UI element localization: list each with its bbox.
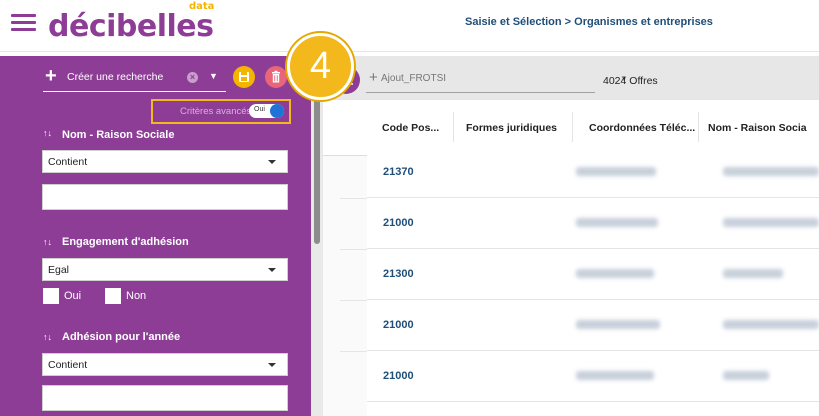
operator-select[interactable]: Contient (42, 150, 288, 173)
create-search-label: Créer une recherche (67, 71, 164, 83)
redacted-cell (576, 371, 654, 380)
sort-icon[interactable]: ↑↓ (43, 332, 52, 342)
column-divider[interactable] (453, 112, 454, 142)
advanced-criteria-toggle[interactable]: Oui (249, 104, 284, 118)
breadcrumb: Saisie et Sélection > Organismes et entr… (465, 16, 713, 28)
postal-code-cell: 21000 (383, 370, 414, 382)
column-header[interactable]: Coordonnées Téléc... (589, 122, 695, 134)
toggle-knob (270, 104, 284, 118)
redacted-cell (576, 320, 660, 329)
table-row[interactable]: 21370 (367, 147, 819, 198)
select-value: Contient (48, 359, 88, 371)
redacted-cell (723, 371, 769, 380)
postal-code-cell: 21000 (383, 217, 414, 229)
postal-code-cell: 21370 (383, 166, 414, 178)
clear-icon[interactable]: × (187, 72, 198, 83)
ajout-value: Ajout_FROTSI (381, 73, 447, 84)
chevron-down-icon (268, 268, 276, 272)
checkbox-label: Oui (64, 290, 82, 302)
menu-icon[interactable] (11, 14, 36, 32)
column-divider[interactable] (572, 112, 573, 142)
operator-select[interactable]: Contient (42, 353, 288, 376)
chevron-down-icon (268, 160, 276, 164)
row-divider (340, 351, 367, 352)
checkbox-label: Non (126, 290, 147, 302)
create-search-field[interactable]: + Créer une recherche × ▼ (43, 64, 226, 92)
checkbox-non[interactable] (105, 288, 121, 304)
redacted-cell (723, 269, 783, 278)
checkbox-oui[interactable] (43, 288, 59, 304)
redacted-cell (576, 167, 656, 176)
select-value: Egal (48, 264, 70, 276)
table-row[interactable]: 21000 (367, 198, 819, 249)
filter-value-input[interactable] (42, 184, 288, 210)
logo-superscript: data (189, 1, 215, 12)
toggle-value: Oui (254, 106, 265, 113)
column-header[interactable]: Code Pos... (382, 122, 439, 134)
column-header[interactable]: Nom - Raison Socia (708, 122, 807, 134)
redacted-cell (723, 320, 819, 329)
filter-value-input[interactable] (42, 385, 288, 411)
ajout-select[interactable]: + Ajout_FROTSI ▼ (366, 65, 628, 93)
row-divider (340, 300, 367, 301)
operator-select[interactable]: Egal (42, 258, 288, 281)
plus-icon[interactable]: + (45, 66, 57, 86)
redacted-cell (576, 218, 658, 227)
save-icon (239, 72, 249, 82)
filter-title: Engagement d'adhésion (62, 236, 189, 248)
table-row[interactable]: 21300 (367, 249, 819, 300)
results-toolbar: + Ajout_FROTSI ▼ 4024 Offres (323, 56, 819, 100)
sort-icon[interactable]: ↑↓ (43, 128, 52, 138)
dropdown-icon[interactable]: ▼ (209, 71, 218, 81)
redacted-cell (723, 167, 819, 176)
table-row[interactable]: 21000 (367, 300, 819, 351)
search-sidebar: + Créer une recherche × ▼ Critères avanc… (0, 56, 311, 416)
postal-code-cell: 21000 (383, 319, 414, 331)
step-badge: 4 (287, 33, 354, 100)
advanced-criteria-highlight: Critères avancés Oui (151, 99, 291, 124)
top-bar: décibelles data Saisie et Sélection > Or… (0, 0, 819, 52)
save-button[interactable] (233, 66, 255, 88)
redacted-cell (723, 218, 819, 227)
advanced-criteria-label: Critères avancés (180, 106, 252, 117)
row-gutter (323, 156, 367, 416)
plus-icon: + (369, 69, 378, 86)
sort-icon[interactable]: ↑↓ (43, 237, 52, 247)
select-value: Contient (48, 156, 88, 168)
trash-icon (272, 70, 280, 83)
redacted-cell (576, 269, 654, 278)
logo-text: décibelles (48, 9, 214, 44)
filter-title: Adhésion pour l'année (62, 331, 181, 343)
column-divider[interactable] (698, 112, 699, 142)
chevron-down-icon (268, 363, 276, 367)
offers-count: 4024 Offres (603, 75, 658, 87)
table-row[interactable]: 21000 (367, 351, 819, 402)
row-divider (340, 249, 367, 250)
row-divider (340, 198, 367, 199)
column-header[interactable]: Formes juridiques (466, 122, 557, 134)
delete-button[interactable] (265, 66, 287, 88)
postal-code-cell: 21300 (383, 268, 414, 280)
filter-title: Nom - Raison Sociale (62, 129, 175, 141)
